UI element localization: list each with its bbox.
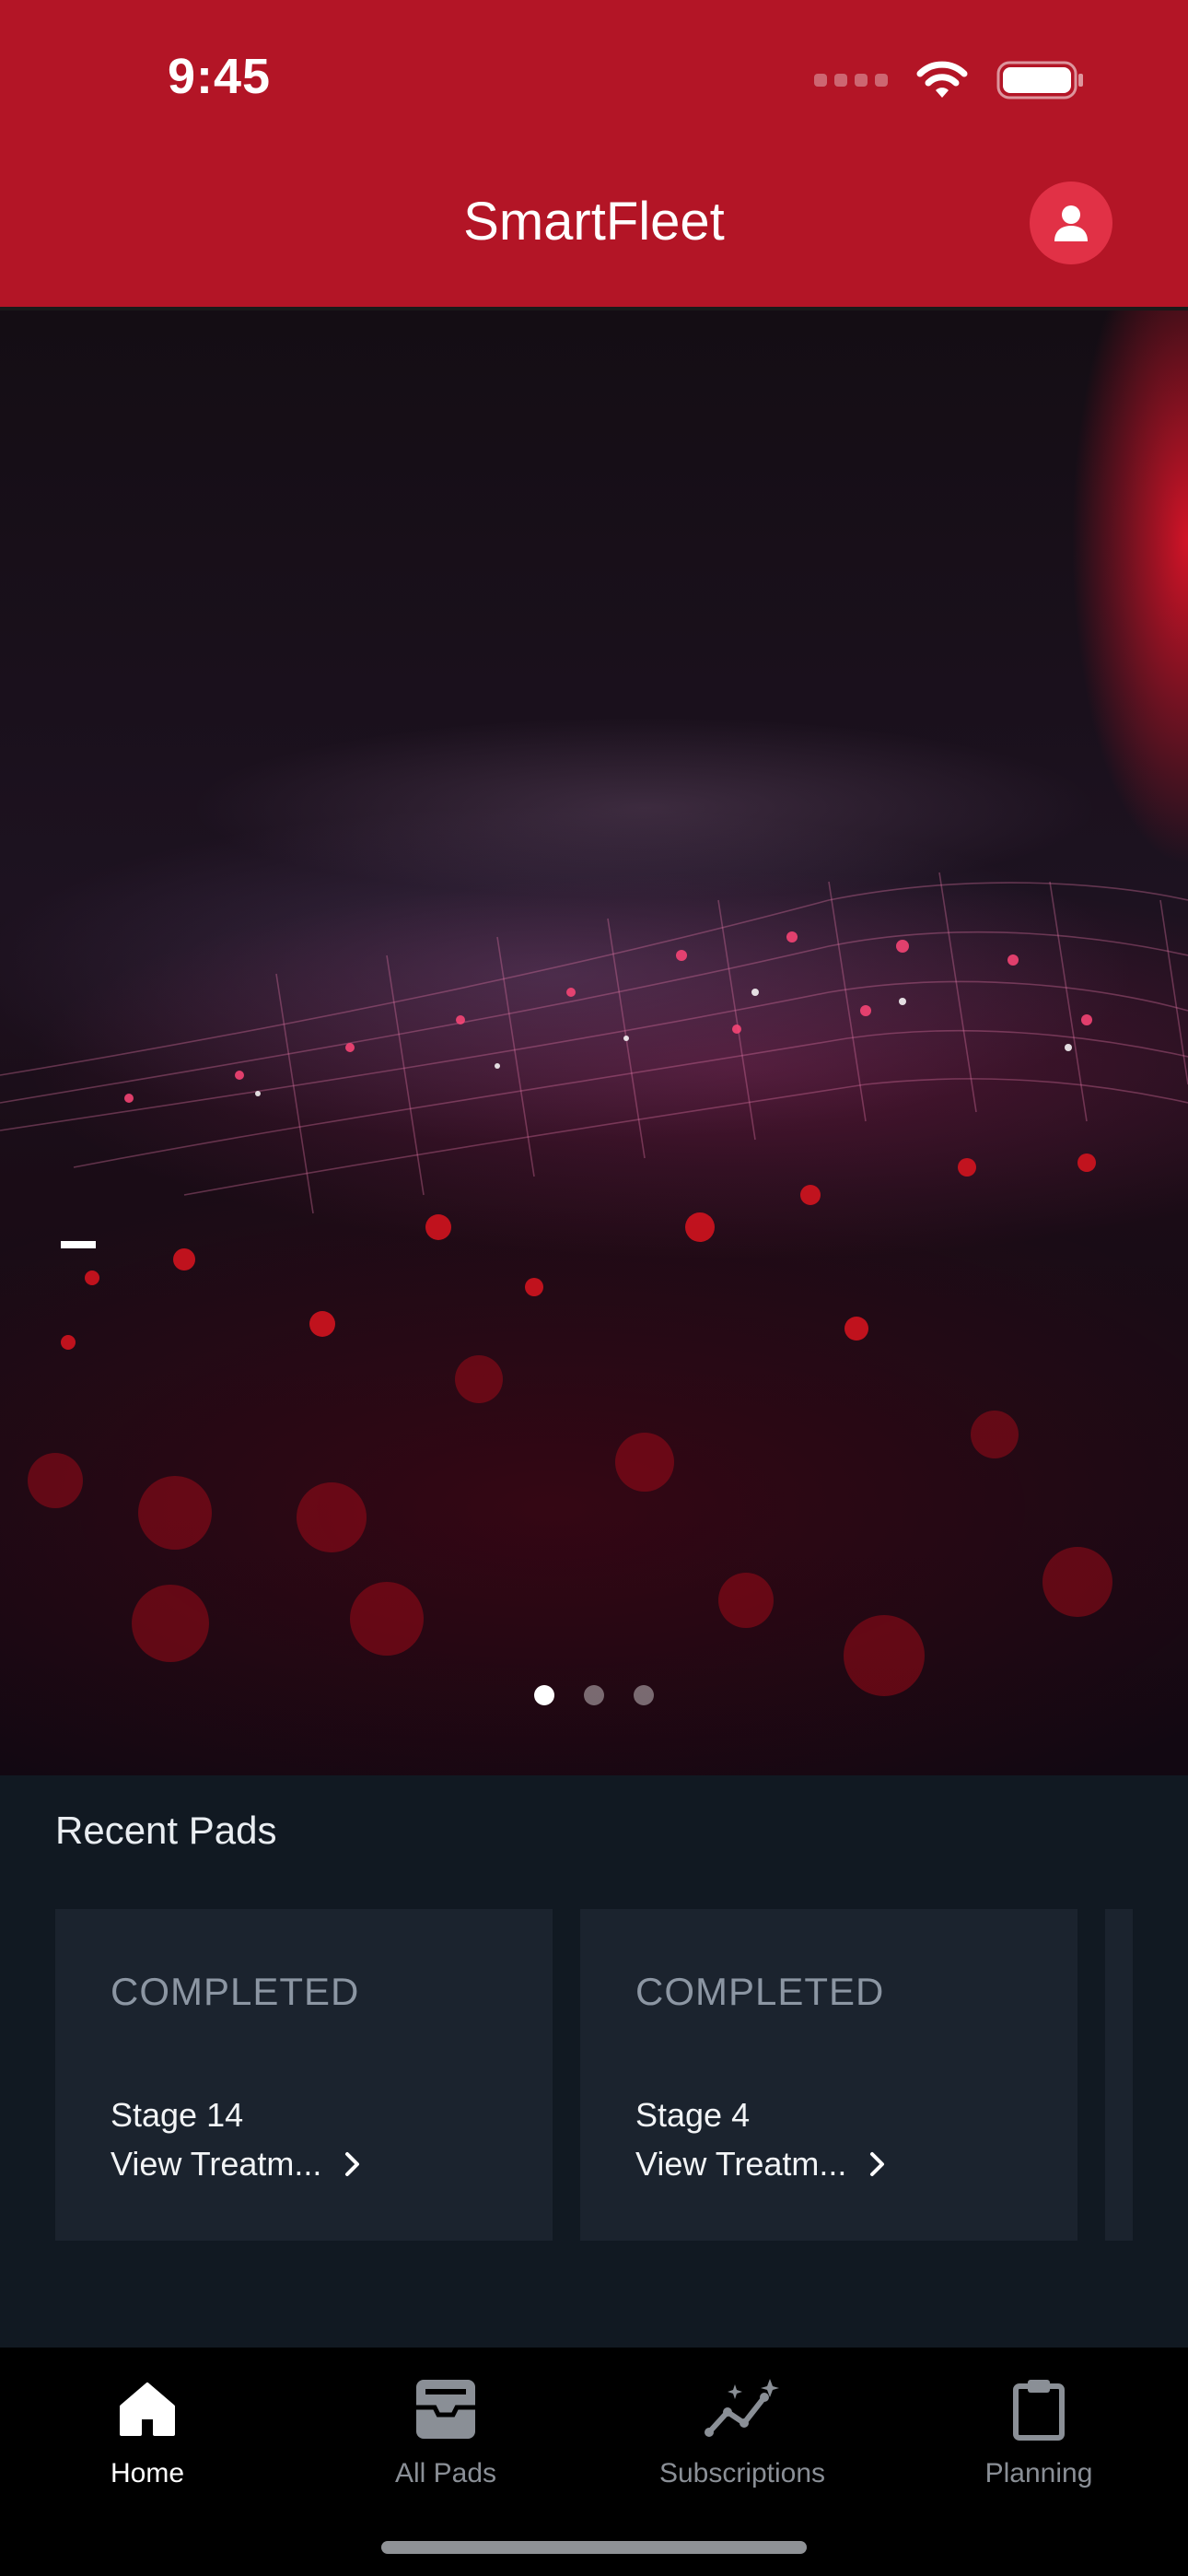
view-treatment-link[interactable]: View Treatm...	[111, 2145, 362, 2184]
view-treatment-link[interactable]: View Treatm...	[635, 2145, 887, 2184]
tab-all-pads[interactable]: All Pads	[335, 2368, 556, 2489]
sparkle-chart-icon	[705, 2379, 779, 2437]
wifi-icon	[916, 61, 968, 98]
tab-label: All Pads	[394, 2458, 497, 2488]
app-header: 9:45 SmartFleet	[0, 0, 1188, 307]
tab-planning[interactable]: Planning	[928, 2368, 1149, 2489]
user-icon	[1054, 205, 1088, 241]
status-time: 9:45	[168, 49, 272, 104]
profile-button[interactable]	[1030, 181, 1112, 264]
carousel-dots[interactable]	[0, 1685, 1188, 1705]
chevron-right-icon	[345, 2152, 360, 2176]
tab-subscriptions[interactable]: Subscriptions	[632, 2368, 853, 2489]
view-treatment-label: View Treatm...	[111, 2145, 322, 2183]
pad-stage: Stage 14	[111, 2096, 244, 2134]
tab-label: Home	[110, 2458, 185, 2488]
tab-label: Subscriptions	[658, 2458, 826, 2488]
pad-status: COMPLETED	[111, 1970, 360, 2013]
inbox-tray-icon	[416, 2380, 475, 2439]
carousel-dot[interactable]	[634, 1685, 654, 1705]
recent-pads-section: Recent Pads COMPLETED Stage 14 View Trea…	[0, 1775, 1188, 2348]
pad-stage: Stage 4	[635, 2096, 751, 2134]
hero-network-image	[0, 872, 1188, 1696]
status-icons	[814, 57, 1085, 103]
tab-label: Planning	[984, 2458, 1093, 2488]
hero-carousel[interactable]	[0, 310, 1188, 1775]
home-icon	[120, 2383, 175, 2436]
pad-card-partial[interactable]	[1105, 1909, 1133, 2241]
chevron-right-icon	[870, 2152, 885, 2176]
app-title: SmartFleet	[463, 192, 725, 252]
section-title: Recent Pads	[55, 1809, 277, 1852]
pad-card[interactable]: COMPLETED Stage 14 View Treatm...	[55, 1909, 553, 2241]
pad-status: COMPLETED	[635, 1970, 885, 2013]
hero-caption-dash	[61, 1241, 96, 1248]
recent-pads-list[interactable]: COMPLETED Stage 14 View Treatm... COMPLE…	[55, 1909, 1133, 2241]
clipboard-icon	[1013, 2380, 1065, 2441]
pad-card[interactable]: COMPLETED Stage 4 View Treatm...	[580, 1909, 1077, 2241]
cellular-signal-icon	[814, 74, 888, 87]
carousel-dot[interactable]	[584, 1685, 604, 1705]
view-treatment-label: View Treatm...	[635, 2145, 847, 2183]
tab-home[interactable]: Home	[37, 2368, 258, 2489]
home-indicator	[381, 2541, 807, 2554]
battery-icon	[996, 61, 1083, 100]
carousel-dot[interactable]	[534, 1685, 554, 1705]
